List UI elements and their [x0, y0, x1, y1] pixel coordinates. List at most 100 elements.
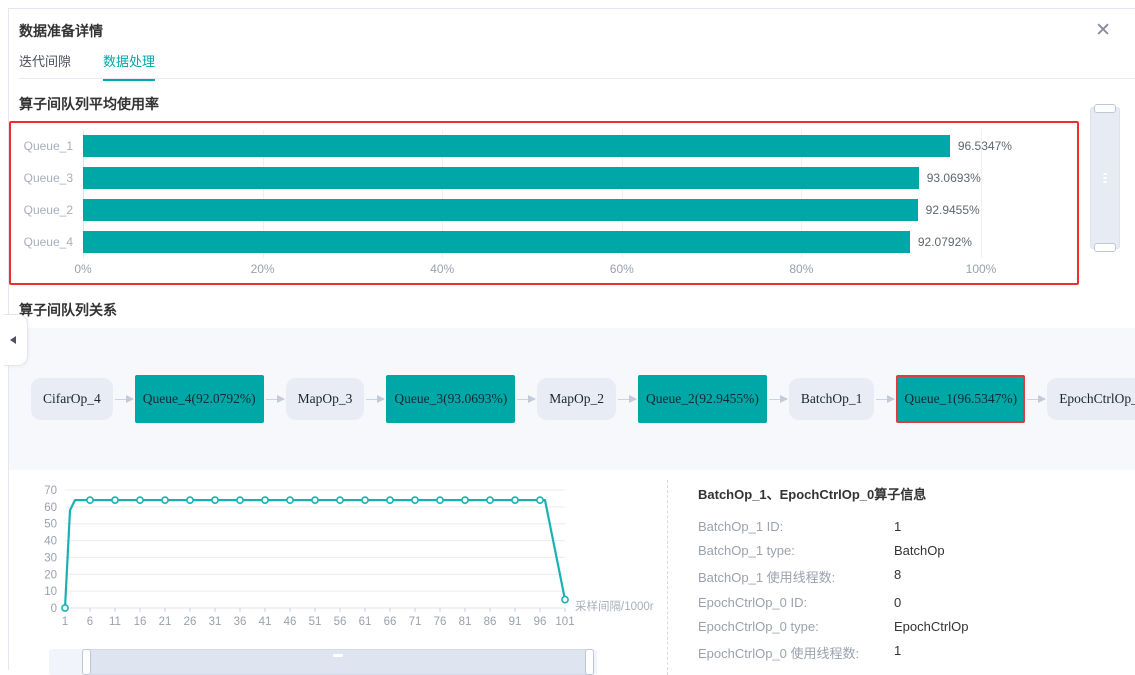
data-point[interactable]	[562, 596, 568, 602]
queue-node[interactable]: Queue_2(92.9455%)	[638, 375, 767, 423]
x-tick-label: 40%	[430, 262, 454, 276]
x-tick-label: 80%	[789, 262, 813, 276]
y-tick-label: 40	[44, 536, 57, 548]
y-tick-label: 50	[44, 519, 57, 531]
info-label: BatchOp_1 type:	[698, 543, 894, 558]
op-info-title: BatchOp_1、EpochCtrlOp_0算子信息	[698, 484, 1115, 503]
usage-bar[interactable]	[83, 199, 918, 221]
queue-node[interactable]: Queue_3(93.0693%)	[386, 375, 515, 423]
data-point[interactable]	[537, 497, 543, 503]
data-point[interactable]	[437, 497, 443, 503]
section-title-queue-relation: 算子间队列关系	[19, 300, 1115, 320]
usage-bar[interactable]	[83, 167, 919, 189]
x-tick-label: 61	[359, 616, 372, 628]
data-point[interactable]	[212, 497, 218, 503]
tab-iteration-gap[interactable]: 迭代间隙	[19, 51, 71, 81]
collapse-left-icon	[10, 336, 16, 344]
vertical-datazoom-slider[interactable]	[1090, 107, 1120, 249]
data-point[interactable]	[187, 497, 193, 503]
x-axis-name: 采样间隔/1000r	[575, 599, 654, 613]
vslider-bottom-handle[interactable]	[1094, 243, 1116, 252]
page-title: 数据准备详情	[19, 21, 1115, 41]
x-tick-label: 46	[284, 616, 297, 628]
tab-data-processing[interactable]: 数据处理	[103, 51, 155, 81]
x-tick-label: 56	[334, 616, 347, 628]
data-point[interactable]	[237, 497, 243, 503]
bar-row: Queue_393.0693%	[83, 162, 981, 194]
bar-value-label: 93.0693%	[927, 171, 981, 185]
data-line[interactable]	[65, 500, 565, 608]
x-tick-label: 60%	[610, 262, 634, 276]
bar-row: Queue_492.0792%	[83, 226, 981, 258]
data-point[interactable]	[362, 497, 368, 503]
data-point[interactable]	[462, 497, 468, 503]
x-tick-label: 31	[209, 616, 222, 628]
x-tick-label: 1	[62, 616, 68, 628]
op-node[interactable]: CifarOp_4	[31, 378, 113, 420]
x-tick-label: 16	[134, 616, 147, 628]
queue-node[interactable]: Queue_1(96.5347%)	[896, 375, 1025, 423]
info-value: 1	[894, 643, 1115, 662]
data-point[interactable]	[312, 497, 318, 503]
datazoom-grip-icon[interactable]	[333, 654, 343, 657]
queue-usage-bar-chart: Queue_196.5347%Queue_393.0693%Queue_292.…	[9, 121, 1079, 285]
vslider-grip-icon[interactable]	[1104, 173, 1107, 183]
x-tick-label: 41	[259, 616, 272, 628]
data-point[interactable]	[287, 497, 293, 503]
close-icon[interactable]: ✕	[1095, 21, 1111, 40]
x-tick-label: 66	[384, 616, 397, 628]
y-tick-label: 70	[44, 485, 57, 497]
y-tick-label: 10	[44, 586, 57, 598]
op-node[interactable]: EpochCtrlOp_0	[1047, 378, 1135, 420]
info-label: BatchOp_1 使用线程数:	[698, 567, 894, 586]
info-value: BatchOp	[894, 543, 1115, 558]
flow-arrow-icon	[1027, 399, 1045, 400]
bar-category-label: Queue_2	[11, 203, 73, 217]
flow-arrow-icon	[366, 399, 384, 400]
bar-chart-plot-area: Queue_196.5347%Queue_393.0693%Queue_292.…	[83, 130, 981, 258]
x-tick-label: 20%	[251, 262, 275, 276]
x-tick-label: 96	[534, 616, 547, 628]
datazoom-window[interactable]	[87, 649, 588, 675]
vslider-top-handle[interactable]	[1094, 104, 1116, 113]
x-tick-label: 101	[555, 616, 574, 628]
data-point[interactable]	[412, 497, 418, 503]
op-info-panel: BatchOp_1、EpochCtrlOp_0算子信息 BatchOp_1 ID…	[667, 480, 1115, 675]
y-tick-label: 0	[51, 603, 57, 615]
bottom-section: 0102030405060701611162126313641465156616…	[19, 480, 1115, 675]
y-tick-label: 20	[44, 569, 57, 581]
datazoom-left-handle[interactable]	[82, 649, 91, 675]
y-tick-label: 60	[44, 502, 57, 514]
data-point[interactable]	[337, 497, 343, 503]
horizontal-datazoom-slider[interactable]	[49, 649, 597, 675]
datazoom-right-handle[interactable]	[585, 649, 594, 675]
data-point[interactable]	[512, 497, 518, 503]
op-node[interactable]: BatchOp_1	[789, 378, 875, 420]
x-tick-label: 71	[409, 616, 422, 628]
queue-node[interactable]: Queue_4(92.0792%)	[135, 375, 264, 423]
info-label: BatchOp_1 ID:	[698, 519, 894, 534]
info-label: EpochCtrlOp_0 type:	[698, 619, 894, 634]
flow-arrow-icon	[266, 399, 284, 400]
data-point[interactable]	[387, 497, 393, 503]
flow-arrow-icon	[517, 399, 535, 400]
info-label: EpochCtrlOp_0 ID:	[698, 595, 894, 610]
sidebar-collapse-handle[interactable]	[4, 314, 28, 366]
data-point[interactable]	[162, 497, 168, 503]
flow-arrow-icon	[769, 399, 787, 400]
info-value: 1	[894, 519, 1115, 534]
data-point[interactable]	[487, 497, 493, 503]
data-point[interactable]	[137, 497, 143, 503]
data-point[interactable]	[262, 497, 268, 503]
x-tick-label: 86	[484, 616, 497, 628]
op-node[interactable]: MapOp_2	[537, 378, 616, 420]
bar-value-label: 92.9455%	[926, 203, 980, 217]
data-point[interactable]	[62, 605, 68, 611]
op-node[interactable]: MapOp_3	[286, 378, 365, 420]
usage-bar[interactable]	[83, 135, 950, 157]
data-point[interactable]	[112, 497, 118, 503]
info-value: 0	[894, 595, 1115, 610]
data-point[interactable]	[87, 497, 93, 503]
usage-bar[interactable]	[83, 231, 910, 253]
line-chart-canvas[interactable]: 0102030405060701611162126313641465156616…	[19, 480, 659, 638]
